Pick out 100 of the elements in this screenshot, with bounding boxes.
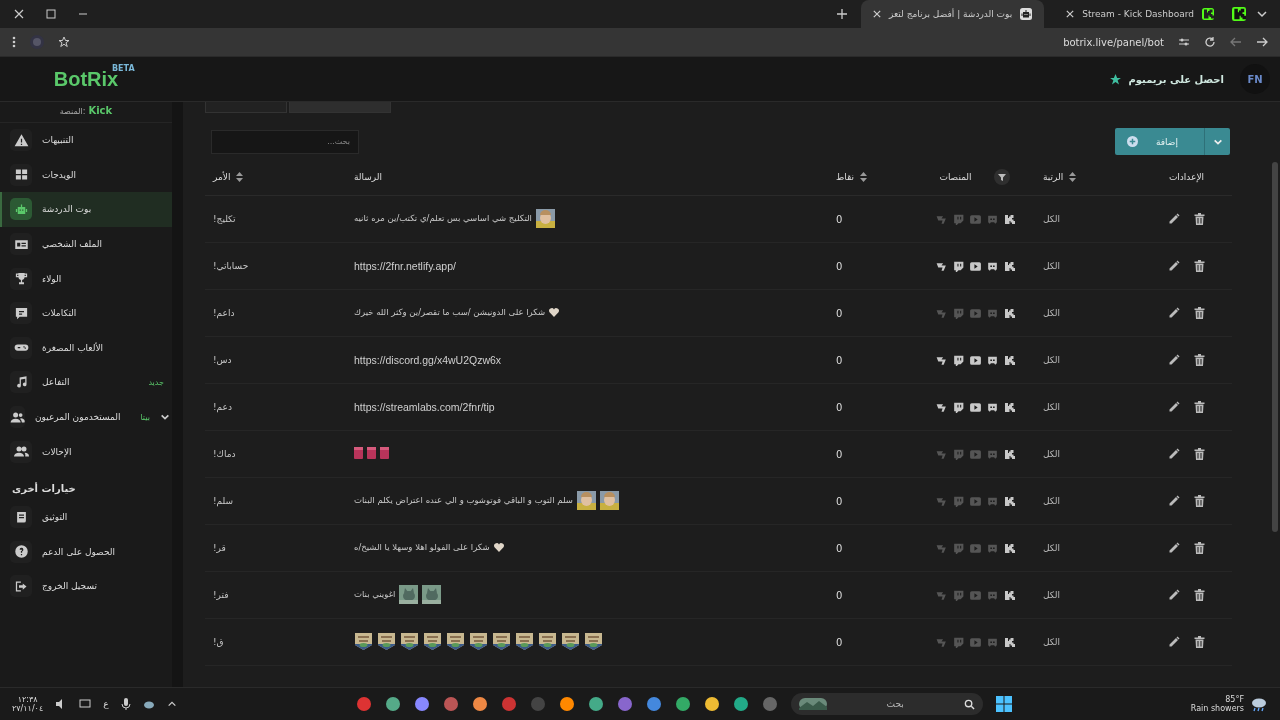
app-icon[interactable] <box>384 696 401 712</box>
browser-tab[interactable]: Stream - Kick Dashboard <box>1058 0 1222 28</box>
edit-icon[interactable] <box>1168 307 1180 319</box>
grid-icon <box>13 167 29 183</box>
column-header[interactable]: الرتبة <box>1043 172 1064 182</box>
edit-icon[interactable] <box>1168 636 1180 648</box>
chevron-up-icon[interactable] <box>166 699 177 709</box>
new-tab-icon[interactable] <box>837 9 847 19</box>
edit-icon[interactable] <box>1168 589 1180 601</box>
trash-icon[interactable] <box>1194 636 1205 648</box>
rank-cell: الكل <box>1043 355 1061 365</box>
weather-temperature[interactable]: 85°F <box>1225 695 1244 704</box>
app-icon[interactable] <box>616 696 633 712</box>
edit-icon[interactable] <box>1168 260 1180 272</box>
app-icon[interactable] <box>674 696 691 712</box>
rank-cell: الكل <box>1043 590 1061 600</box>
twitch-icon <box>951 259 965 273</box>
app-icon[interactable] <box>645 696 662 712</box>
sort-icon[interactable] <box>860 172 868 182</box>
trash-icon[interactable] <box>1194 213 1205 225</box>
monitor-icon[interactable] <box>79 698 92 710</box>
sidebar-item[interactable]: الحصول على الدعم <box>0 534 172 570</box>
app-icon[interactable] <box>471 696 488 712</box>
search-field[interactable]: بحث... <box>211 129 359 154</box>
sidebar-item[interactable]: التكاملات <box>0 295 172 331</box>
points-cell: 0 <box>836 542 843 554</box>
kick-icon <box>1002 306 1015 320</box>
sort-icon[interactable] <box>236 172 244 182</box>
app-icon[interactable] <box>732 696 749 712</box>
taskbar-search-field[interactable]: بحث <box>790 693 983 715</box>
app-icon[interactable] <box>558 696 575 712</box>
youtube-icon <box>968 635 982 649</box>
app-icon[interactable] <box>703 696 720 712</box>
language-indicator[interactable]: ع <box>103 699 109 709</box>
trash-icon[interactable] <box>1194 260 1205 272</box>
edit-icon[interactable] <box>1168 213 1180 225</box>
app-icon[interactable] <box>413 696 430 712</box>
windows-icon[interactable] <box>995 696 1012 712</box>
menu-icon[interactable] <box>12 36 16 48</box>
sidebar-item[interactable]: بوت الدردشة <box>0 192 172 227</box>
sidebar-item[interactable]: الويدجات <box>0 157 172 193</box>
clock-time[interactable]: ١٢:٣٨ <box>17 695 38 704</box>
sidebar-item[interactable]: الإحالات <box>0 434 172 469</box>
clock-date[interactable]: ٢٧/١١/٠٤ <box>12 704 44 713</box>
kick-icon[interactable] <box>1232 7 1246 21</box>
column-header[interactable]: الإعدادات <box>1168 172 1205 182</box>
points-cell: 0 <box>836 260 843 272</box>
trash-icon[interactable] <box>1194 354 1205 366</box>
star-icon[interactable] <box>58 36 70 48</box>
weather-text[interactable]: Rain showers <box>1190 704 1244 713</box>
trash-icon[interactable] <box>1194 542 1205 554</box>
column-header[interactable]: الأمر <box>213 172 231 182</box>
sidebar-item[interactable]: الملف الشخصي <box>0 226 172 262</box>
microphone-icon[interactable] <box>120 698 131 710</box>
column-header[interactable]: نقاط <box>836 172 855 182</box>
edit-icon[interactable] <box>1168 448 1180 460</box>
sidebar-item[interactable]: التفاعل جديد <box>0 365 172 400</box>
sidebar-item[interactable]: الألعاب المصغرة <box>0 330 172 366</box>
kick-icon <box>1002 400 1015 414</box>
edit-icon[interactable] <box>1168 495 1180 507</box>
message-text: سلم التوب و الباقي فوتوشوب و الي عنده اعتراض يكلم البنات <box>354 495 573 505</box>
beta-label: BETA <box>112 63 135 73</box>
trash-icon[interactable] <box>1194 495 1205 507</box>
back-icon[interactable] <box>1256 36 1268 48</box>
edit-icon[interactable] <box>1168 354 1180 366</box>
forward-icon[interactable] <box>1230 36 1242 48</box>
twitch-icon <box>951 447 965 461</box>
points-cell: 0 <box>836 636 843 648</box>
rank-cell: الكل <box>1043 543 1061 553</box>
maximize-icon[interactable] <box>46 9 56 19</box>
add-button[interactable]: إضافة <box>1115 128 1204 155</box>
site-settings-icon[interactable] <box>1178 36 1190 48</box>
avatar[interactable]: FN <box>1240 64 1270 94</box>
close-icon[interactable] <box>1066 10 1075 18</box>
sidebar-item[interactable]: التنبيهات <box>0 123 172 158</box>
column-header[interactable]: المنصات <box>939 172 972 182</box>
reload-icon[interactable] <box>1204 36 1216 48</box>
filter-icon[interactable] <box>993 169 1010 185</box>
browser-tab[interactable]: بوت الدردشة | أفضل برنامج لتعز <box>861 0 1045 28</box>
sidebar-item[interactable]: تسجيل الخروج <box>0 569 172 604</box>
sidebar-item[interactable]: المستخدمون المرعيون بيتا <box>0 399 172 435</box>
sidebar-item[interactable]: الولاء <box>0 261 172 296</box>
premium-link[interactable]: احصل على بريميوم <box>1128 73 1224 85</box>
sort-icon[interactable] <box>1069 172 1077 182</box>
column-header[interactable]: الرسالة <box>354 172 383 182</box>
app-icon[interactable] <box>587 696 604 712</box>
trash-icon[interactable] <box>1194 307 1205 319</box>
trash-icon[interactable] <box>1194 448 1205 460</box>
rank-cell: الكل <box>1043 637 1061 647</box>
trash-icon[interactable] <box>1194 589 1205 601</box>
close-icon[interactable] <box>14 9 24 19</box>
chevron-down-icon[interactable] <box>1256 8 1268 20</box>
youtube-icon <box>968 400 982 414</box>
trash-icon[interactable] <box>1194 401 1205 413</box>
sidebar-item[interactable]: التوثيق <box>0 499 172 535</box>
close-icon[interactable] <box>873 10 881 18</box>
address-field[interactable]: botrix.live/panel/bot <box>1063 36 1164 48</box>
heart-icon <box>493 542 504 552</box>
edit-icon[interactable] <box>1168 401 1180 413</box>
edit-icon[interactable] <box>1168 542 1180 554</box>
